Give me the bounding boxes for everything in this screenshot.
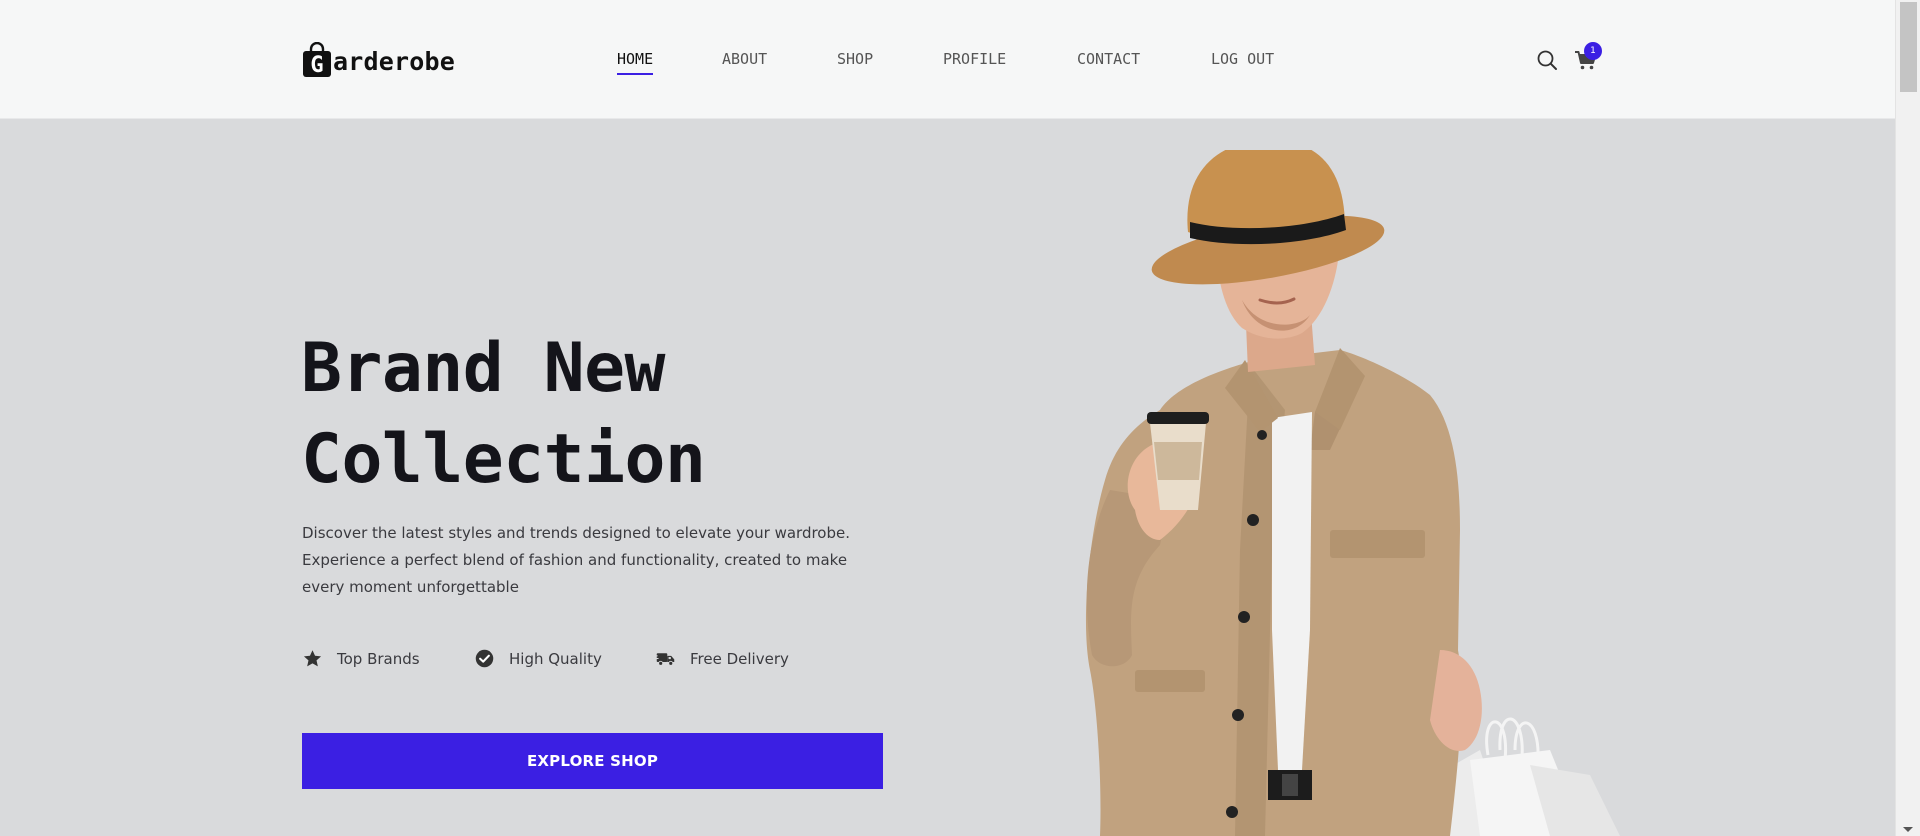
nav-item-label: CONTACT xyxy=(1077,50,1141,68)
active-nav-underline xyxy=(617,73,654,75)
feature-label: High Quality xyxy=(509,649,602,668)
scroll-down-arrow-icon[interactable] xyxy=(1903,827,1913,832)
feature-top-brands: Top Brands xyxy=(302,648,420,669)
nav-item-label: HOME xyxy=(617,50,654,68)
shopping-bag-logo-icon: G xyxy=(303,42,331,77)
page-scrollbar[interactable] xyxy=(1895,0,1920,836)
search-icon[interactable] xyxy=(1536,49,1558,71)
hero-title-line: Collection xyxy=(301,420,706,499)
feature-label: Top Brands xyxy=(337,649,420,668)
hero-description: Discover the latest styles and trends de… xyxy=(302,524,851,596)
nav-item-label: PROFILE xyxy=(943,50,1007,68)
scrollbar-thumb[interactable] xyxy=(1900,2,1917,92)
nav-item-home[interactable]: HOME xyxy=(617,47,654,75)
cart-count-badge: 1 xyxy=(1584,42,1602,60)
explore-shop-button[interactable]: EXPLORE SHOP xyxy=(302,733,883,789)
site-header: G arderobe HOME ABOUT SHOP PROFILE CONTA… xyxy=(0,0,1895,119)
hero-title-line: Brand New xyxy=(301,329,665,408)
hero-title: Brand New Collection xyxy=(301,323,706,505)
check-circle-icon xyxy=(475,649,494,668)
delivery-truck-icon xyxy=(655,653,675,666)
feature-high-quality: High Quality xyxy=(474,648,602,669)
brand-logo[interactable]: G arderobe xyxy=(302,41,455,77)
page: G arderobe HOME ABOUT SHOP PROFILE CONTA… xyxy=(0,0,1895,836)
logo-letter: G xyxy=(310,53,323,77)
nav-item-profile[interactable]: PROFILE xyxy=(943,47,1006,71)
nav-item-label: LOG OUT xyxy=(1211,50,1275,68)
brand-name: arderobe xyxy=(333,47,456,76)
feature-label: Free Delivery xyxy=(690,649,789,668)
nav-item-label: SHOP xyxy=(837,50,874,68)
nav-item-logout[interactable]: LOG OUT xyxy=(1211,47,1274,71)
star-icon xyxy=(303,650,322,667)
nav-item-contact[interactable]: CONTACT xyxy=(1077,47,1140,71)
feature-free-delivery: Free Delivery xyxy=(655,648,789,669)
nav-item-shop[interactable]: SHOP xyxy=(837,47,873,71)
nav-item-about[interactable]: ABOUT xyxy=(722,47,767,71)
nav-item-label: ABOUT xyxy=(722,50,768,68)
hero-model-image xyxy=(1085,150,1620,836)
